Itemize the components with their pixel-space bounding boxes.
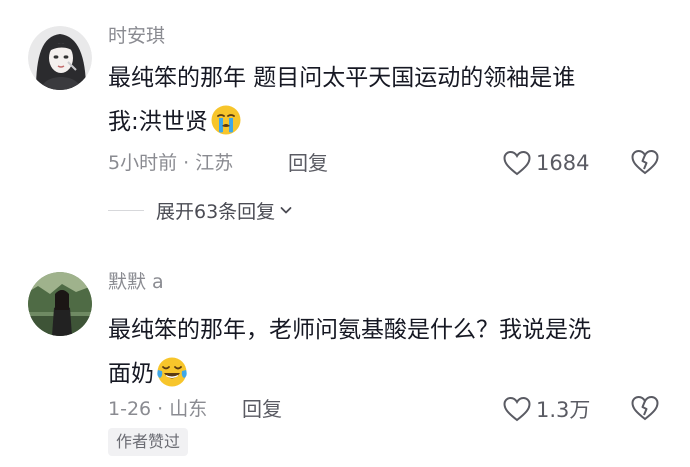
expand-replies-label: 展开63条回复	[156, 200, 276, 223]
expand-replies-button[interactable]: 展开63条回复	[108, 196, 294, 224]
dislike-button[interactable]	[630, 394, 660, 424]
reply-button[interactable]: 回复	[288, 150, 328, 176]
chevron-down-icon	[280, 207, 292, 214]
comment-text: 最纯笨的那年 题目问太平天国运动的领袖是谁 我:洪世贤	[108, 56, 668, 144]
broken-heart-icon	[631, 395, 659, 421]
broken-heart-icon	[631, 149, 659, 175]
user-avatar[interactable]	[28, 26, 92, 90]
timestamp-location: 5小时前 · 江苏	[108, 152, 234, 174]
timestamp-location: 1-26 · 山东	[108, 398, 208, 420]
dislike-button[interactable]	[630, 148, 660, 178]
comment-meta: 5小时前 · 江苏 回复	[108, 150, 328, 176]
comment-meta: 1-26 · 山东 回复	[108, 396, 282, 422]
heart-outline-icon	[503, 396, 531, 422]
crying-face-emoji	[211, 105, 241, 135]
divider-line	[108, 209, 144, 211]
comment-item: 默默 a 最纯笨的那年，老师问氨基酸是什么？我说是洗 面奶 1-26 · 山东 …	[0, 250, 690, 467]
like-count: 1.3万	[536, 398, 591, 422]
like-count: 1684	[536, 151, 590, 175]
username[interactable]: 默默 a	[108, 270, 164, 294]
comment-line: 最纯笨的那年，老师问氨基酸是什么？我说是洗	[108, 317, 591, 343]
comment-line: 面奶	[108, 361, 154, 387]
heart-outline-icon	[503, 150, 531, 176]
comment-text: 最纯笨的那年，老师问氨基酸是什么？我说是洗 面奶	[108, 308, 668, 396]
user-avatar[interactable]	[28, 272, 92, 336]
comment-line-with-emoji: 我:洪世贤	[108, 100, 668, 144]
reply-button[interactable]: 回复	[242, 396, 282, 422]
comment-line: 最纯笨的那年 题目问太平天国运动的领袖是谁	[108, 65, 576, 91]
comment-line-with-emoji: 面奶	[108, 352, 668, 396]
username[interactable]: 时安琪	[108, 24, 165, 48]
comment-line: 我:洪世贤	[108, 109, 208, 135]
comment-item: 时安琪 最纯笨的那年 题目问太平天国运动的领袖是谁 我:洪世贤 5小时前 · 江…	[0, 0, 690, 240]
like-button[interactable]: 1.3万	[502, 394, 590, 424]
author-liked-badge: 作者赞过	[108, 428, 189, 456]
laughing-tears-emoji	[157, 357, 187, 387]
like-button[interactable]: 1684	[502, 148, 589, 178]
